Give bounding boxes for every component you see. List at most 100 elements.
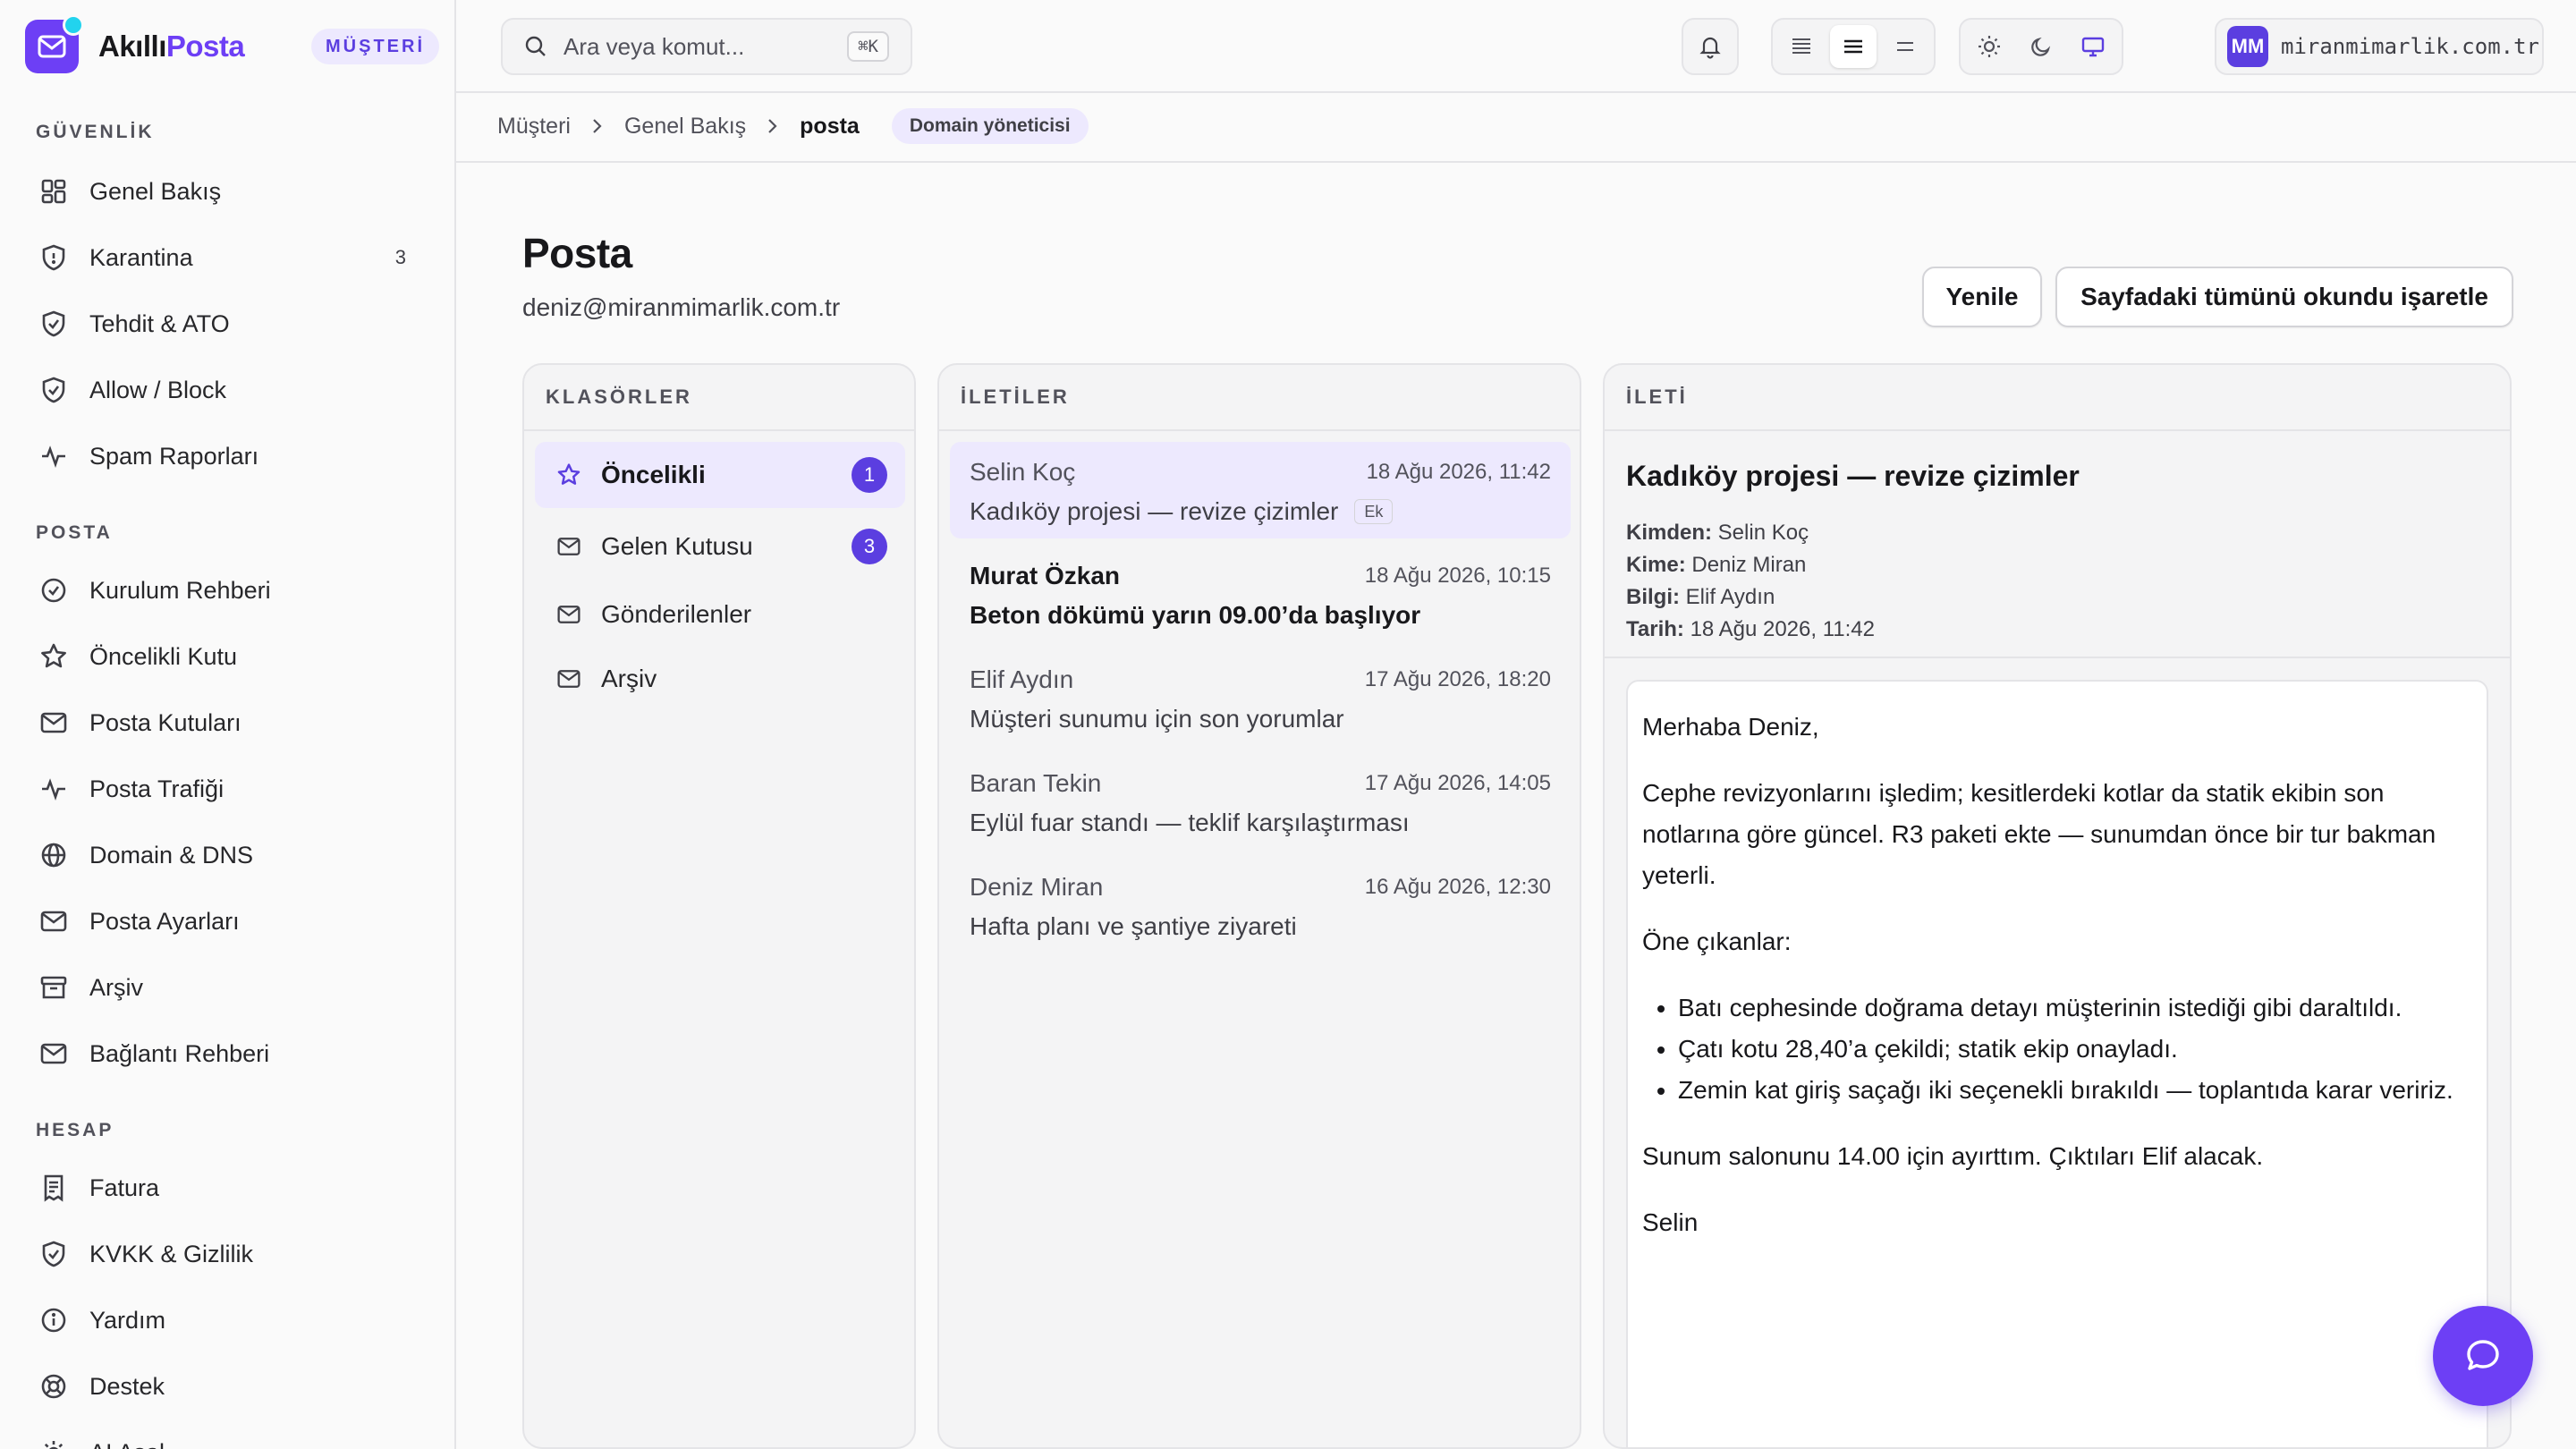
chat-button[interactable] bbox=[2433, 1306, 2533, 1406]
account-menu[interactable]: MM miranmimarlik.com.tr bbox=[2215, 18, 2544, 75]
messages-panel: İLETİLER Selin Koç 18 Ağu 2026, 11:42 Ka… bbox=[937, 363, 1581, 1449]
mail-icon bbox=[38, 1038, 70, 1070]
breadcrumb-divider bbox=[456, 161, 2576, 163]
star-icon bbox=[38, 640, 70, 673]
message-sender: Baran Tekin bbox=[970, 769, 1102, 797]
shield-check-icon bbox=[38, 1238, 70, 1270]
chevron-right-icon bbox=[766, 116, 780, 136]
activity-icon bbox=[38, 440, 70, 472]
reader-subject: Kadıköy projesi — revize çizimler bbox=[1626, 460, 2080, 492]
mail-icon bbox=[38, 707, 70, 739]
sidebar-item-kurulum-rehberi[interactable]: Kurulum Rehberi bbox=[25, 564, 424, 617]
list-item[interactable]: Baran Tekin 17 Ağu 2026, 14:05 Eylül fua… bbox=[950, 753, 1571, 850]
density-compact-button[interactable] bbox=[1778, 25, 1825, 68]
theme-system-button[interactable] bbox=[2070, 25, 2116, 68]
brand-status-dot bbox=[63, 14, 84, 36]
sidebar-item-kvkk-gizlilik[interactable]: KVKK & Gizlilik bbox=[25, 1227, 424, 1281]
section-title-hesap: HESAP bbox=[36, 1120, 114, 1140]
body-paragraph: Sunum salonunu 14.00 için ayırttım. Çıkt… bbox=[1642, 1142, 2264, 1170]
message-subject: Beton dökümü yarın 09.00’da başlıyor bbox=[970, 601, 1421, 629]
chat-bubble-icon bbox=[2462, 1335, 2504, 1377]
search-placeholder: Ara veya komut... bbox=[564, 32, 745, 60]
body-bullet: Batı cephesinde doğrama detayı müşterini… bbox=[1678, 987, 2472, 1029]
reader-to: Kime: Deniz Miran bbox=[1626, 553, 1807, 577]
sidebar-item-destek[interactable]: Destek bbox=[25, 1360, 424, 1413]
mail-icon bbox=[555, 665, 583, 693]
folders-panel: KLASÖRLER Öncelikli 1 Gelen Kutusu 3 Gön… bbox=[522, 363, 916, 1449]
sidebar-item-fatura[interactable]: Fatura bbox=[25, 1161, 424, 1215]
list-item[interactable]: Murat Özkan 18 Ağu 2026, 10:15 Beton dök… bbox=[950, 546, 1571, 642]
list-item[interactable]: Selin Koç 18 Ağu 2026, 11:42 Kadıköy pro… bbox=[950, 442, 1571, 538]
sidebar-item-baglanti-rehberi[interactable]: Bağlantı Rehberi bbox=[25, 1027, 424, 1080]
sidebar-item-allow-block[interactable]: Allow / Block bbox=[25, 363, 424, 417]
mail-icon bbox=[555, 532, 583, 561]
search-shortcut: ⌘K bbox=[847, 31, 889, 62]
reader-header: İLETİ bbox=[1605, 365, 2510, 431]
reader-date: Tarih: 18 Ağu 2026, 11:42 bbox=[1626, 617, 1875, 641]
sidebar-item-tehdit-ato[interactable]: Tehdit & ATO bbox=[25, 297, 424, 351]
notifications-button[interactable] bbox=[1682, 18, 1739, 75]
role-badge: MÜŞTERİ bbox=[311, 29, 439, 64]
folder-oncelikli[interactable]: Öncelikli 1 bbox=[535, 442, 905, 508]
list-item[interactable]: Deniz Miran 16 Ağu 2026, 12:30 Hafta pla… bbox=[950, 857, 1571, 953]
body-paragraph: Cephe revizyonlarını işledim; kesitlerde… bbox=[1642, 779, 2436, 889]
message-subject: Kadıköy projesi — revize çizimler Ek bbox=[970, 497, 1394, 526]
body-greeting: Merhaba Deniz, bbox=[1642, 713, 1819, 741]
sidebar-item-arsiv[interactable]: Arşiv bbox=[25, 961, 424, 1014]
density-toggle bbox=[1771, 18, 1936, 75]
karantina-count-badge: 3 bbox=[394, 246, 406, 268]
message-date: 16 Ağu 2026, 12:30 bbox=[1364, 875, 1551, 899]
check-circle-icon bbox=[38, 574, 70, 606]
avatar: MM bbox=[2227, 26, 2268, 67]
mail-icon bbox=[38, 905, 70, 937]
account-domain: miranmimarlik.com.tr bbox=[2281, 34, 2539, 59]
body-bullets: Batı cephesinde doğrama detayı müşterini… bbox=[1642, 987, 2472, 1111]
message-date: 17 Ağu 2026, 18:20 bbox=[1364, 667, 1551, 691]
shield-icon bbox=[38, 242, 70, 274]
message-sender: Murat Özkan bbox=[970, 562, 1121, 589]
folder-gonderilenler[interactable]: Gönderilenler bbox=[535, 581, 905, 648]
reader-from: Kimden: Selin Koç bbox=[1626, 521, 1809, 545]
info-icon bbox=[38, 1304, 70, 1336]
sidebar-item-posta-kutulari[interactable]: Posta Kutuları bbox=[25, 696, 424, 750]
page-subtitle-mailbox: deniz@miranmimarlik.com.tr bbox=[522, 293, 841, 321]
sidebar-item-posta-ayarlari[interactable]: Posta Ayarları bbox=[25, 894, 424, 948]
sidebar-item-posta-trafigi[interactable]: Posta Trafiği bbox=[25, 762, 424, 816]
sidebar-item-ai-asistan[interactable]: AI Asal... bbox=[25, 1426, 424, 1449]
refresh-button[interactable]: Yenile bbox=[1922, 267, 2042, 327]
mark-all-read-button[interactable]: Sayfadaki tümünü okundu işaretle bbox=[2055, 267, 2513, 327]
sidebar-item-spam-raporlari[interactable]: Spam Raporları bbox=[25, 429, 424, 483]
sidebar-item-oncelikli-kutu[interactable]: Öncelikli Kutu bbox=[25, 630, 424, 683]
brand[interactable]: AkıllıPosta bbox=[25, 14, 245, 73]
message-subject: Eylül fuar standı — teklif karşılaştırma… bbox=[970, 809, 1410, 836]
search-input[interactable]: Ara veya komut... ⌘K bbox=[501, 18, 912, 75]
sidebar-item-karantina[interactable]: Karantina 3 bbox=[25, 231, 424, 284]
reader-meta: Kadıköy projesi — revize çizimler Kimden… bbox=[1605, 431, 2510, 658]
sidebar-item-yardim[interactable]: Yardım bbox=[25, 1293, 424, 1347]
body-signature: Selin bbox=[1642, 1208, 1699, 1236]
message-sender: Elif Aydın bbox=[970, 665, 1074, 693]
message-sender: Selin Koç bbox=[970, 458, 1076, 486]
message-date: 17 Ağu 2026, 14:05 bbox=[1364, 771, 1551, 795]
density-default-button[interactable] bbox=[1830, 25, 1877, 68]
message-sender: Deniz Miran bbox=[970, 873, 1104, 901]
sidebar-item-domain-dns[interactable]: Domain & DNS bbox=[25, 828, 424, 882]
folders-header: KLASÖRLER bbox=[524, 365, 914, 431]
theme-dark-button[interactable] bbox=[2018, 25, 2064, 68]
grid-icon bbox=[38, 175, 70, 208]
message-subject: Hafta planı ve şantiye ziyareti bbox=[970, 912, 1297, 940]
theme-light-button[interactable] bbox=[1966, 25, 2012, 68]
breadcrumb-musteri[interactable]: Müşteri bbox=[497, 114, 571, 140]
brand-logo-mail-icon bbox=[25, 14, 84, 73]
list-item[interactable]: Elif Aydın 17 Ağu 2026, 18:20 Müşteri su… bbox=[950, 649, 1571, 746]
section-title-posta: POSTA bbox=[36, 522, 113, 543]
breadcrumb-genel-bakis[interactable]: Genel Bakış bbox=[624, 114, 746, 140]
section-title-guvenlik: GÜVENLİK bbox=[36, 122, 155, 142]
folder-gelen-kutusu[interactable]: Gelen Kutusu 3 bbox=[535, 513, 905, 580]
mail-icon bbox=[555, 600, 583, 629]
sidebar-item-genel-bakis[interactable]: Genel Bakış bbox=[25, 165, 424, 218]
density-comfortable-button[interactable] bbox=[1882, 25, 1928, 68]
brand-name: AkıllıPosta bbox=[98, 30, 245, 63]
body-highlights-title: Öne çıkanlar: bbox=[1642, 928, 1792, 955]
folder-arsiv[interactable]: Arşiv bbox=[535, 646, 905, 712]
